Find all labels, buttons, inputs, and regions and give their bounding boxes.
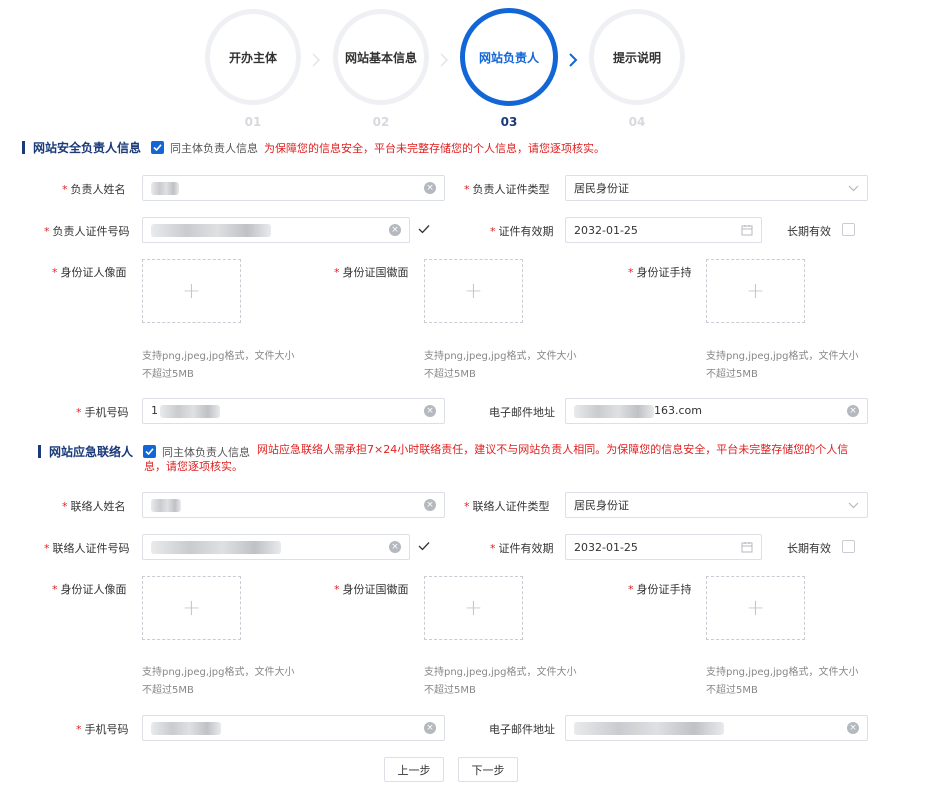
circle-x-icon[interactable]: × <box>424 405 436 417</box>
handheld-hint: 支持png,jpeg,jpg格式，文件大小不超过5MB <box>706 351 859 380</box>
contact-email-input[interactable]: × <box>565 715 868 741</box>
contact-id-number-label: * 联络人证件号码 <box>44 542 130 555</box>
check-icon <box>153 144 162 152</box>
circle-x-icon[interactable]: × <box>389 541 401 553</box>
id-number-label: * 负责人证件号码 <box>44 225 130 238</box>
section-bar <box>38 445 41 458</box>
step-2-number: 02 <box>372 115 390 129</box>
long-term-checkbox[interactable] <box>842 223 855 236</box>
contact-id-number-input[interactable]: × <box>142 534 410 560</box>
plus-icon: + <box>746 595 765 621</box>
phone-label: * 手机号码 <box>76 406 129 419</box>
validity-label: * 证件有效期 <box>490 225 554 238</box>
step-2: 网站基本信息 <box>333 9 429 105</box>
step-3-label: 网站负责人 <box>478 50 539 65</box>
plus-icon: + <box>464 278 483 304</box>
security-warning: 为保障您的信息安全，平台未完整存储您的个人信息，请您逐项核实。 <box>264 141 606 155</box>
email-label: 电子邮件地址 <box>489 406 555 419</box>
contact-validity-label: * 证件有效期 <box>490 542 554 555</box>
step-4-label: 提示说明 <box>612 50 661 65</box>
calendar-icon[interactable] <box>741 224 753 236</box>
emblem-upload[interactable]: + <box>424 259 523 323</box>
emergency-warning: 网站应急联络人需承担7×24小时联络责任，建议不与网站负责人相同。为保障您的信息… <box>144 443 849 473</box>
step-4: 提示说明 <box>589 9 685 105</box>
circle-x-icon[interactable]: × <box>389 224 401 236</box>
next-step-button[interactable]: 下一步 <box>458 757 518 782</box>
chevron-down-icon <box>848 502 859 508</box>
contact-id-type-value: 居民身份证 <box>574 499 629 512</box>
contact-long-term-checkbox[interactable] <box>842 540 855 553</box>
phone-input[interactable]: 1 × <box>142 398 445 424</box>
step-1-number: 01 <box>244 115 262 129</box>
step-1: 开办主体 <box>205 9 301 105</box>
plus-icon: + <box>746 278 765 304</box>
contact-id-type-label: * 联络人证件类型 <box>464 500 550 513</box>
email-input[interactable]: 163.com × <box>565 398 868 424</box>
contact-email-label: 电子邮件地址 <box>489 723 555 736</box>
id-type-value: 居民身份证 <box>574 182 629 195</box>
step-4-number: 04 <box>628 115 646 129</box>
chevron-right-icon <box>440 53 449 67</box>
contact-photo-hint: 支持png,jpeg,jpg格式，文件大小不超过5MB <box>142 667 295 696</box>
plus-icon: + <box>464 595 483 621</box>
contact-validity-date-input[interactable]: 2032-01-25 <box>565 534 762 560</box>
contact-phone-label: * 手机号码 <box>76 723 129 736</box>
name-input[interactable]: × <box>142 175 445 201</box>
contact-name-input[interactable]: × <box>142 492 445 518</box>
id-type-label: * 负责人证件类型 <box>464 183 550 196</box>
contact-name-label: * 联络人姓名 <box>62 500 126 513</box>
contact-phone-input[interactable]: × <box>142 715 445 741</box>
same-subject-checkbox[interactable] <box>151 141 165 154</box>
step-1-label: 开办主体 <box>228 50 277 65</box>
check-icon <box>418 542 430 551</box>
calendar-icon[interactable] <box>741 541 753 553</box>
contact-id-type-select[interactable]: 居民身份证 <box>565 492 868 518</box>
contact-validity-value: 2032-01-25 <box>574 540 638 554</box>
photo-upload[interactable]: + <box>142 259 241 323</box>
section-title: 网站应急联络人 <box>49 445 134 459</box>
circle-x-icon[interactable]: × <box>847 722 859 734</box>
contact-handheld-label: * 身份证手持 <box>628 583 692 596</box>
name-label: * 负责人姓名 <box>62 183 126 196</box>
handheld-label: * 身份证手持 <box>628 266 692 279</box>
circle-x-icon[interactable]: × <box>424 499 436 511</box>
emblem-hint: 支持png,jpeg,jpg格式，文件大小不超过5MB <box>424 351 577 380</box>
handheld-upload[interactable]: + <box>706 259 805 323</box>
contact-emblem-hint: 支持png,jpeg,jpg格式，文件大小不超过5MB <box>424 667 577 696</box>
section-bar <box>22 141 25 154</box>
step-3: 网站负责人 <box>460 8 558 106</box>
same-subject-label: 同主体负责人信息 <box>170 141 259 155</box>
photo-hint: 支持png,jpeg,jpg格式，文件大小不超过5MB <box>142 351 295 380</box>
prev-step-button[interactable]: 上一步 <box>384 757 444 782</box>
plus-icon: + <box>182 278 201 304</box>
section-safety-header: 网站安全负责人信息 同主体负责人信息 为保障您的信息安全，平台未完整存储您的个人… <box>22 139 605 156</box>
photo-label: * 身份证人像面 <box>52 266 127 279</box>
chevron-right-icon <box>312 53 321 67</box>
step-2-label: 网站基本信息 <box>344 50 417 65</box>
chevron-right-icon <box>569 53 578 67</box>
circle-x-icon[interactable]: × <box>847 405 859 417</box>
circle-x-icon[interactable]: × <box>424 722 436 734</box>
contact-photo-label: * 身份证人像面 <box>52 583 127 596</box>
check-icon <box>418 225 430 234</box>
contact-long-term-label: 长期有效 <box>787 542 831 555</box>
section-title: 网站安全负责人信息 <box>33 141 142 155</box>
id-number-input[interactable]: × <box>142 217 410 243</box>
validity-value: 2032-01-25 <box>574 223 638 237</box>
contact-handheld-upload[interactable]: + <box>706 576 805 640</box>
long-term-label: 长期有效 <box>787 225 831 238</box>
validity-date-input[interactable]: 2032-01-25 <box>565 217 762 243</box>
circle-x-icon[interactable]: × <box>424 182 436 194</box>
id-type-select[interactable]: 居民身份证 <box>565 175 868 201</box>
contact-photo-upload[interactable]: + <box>142 576 241 640</box>
contact-handheld-hint: 支持png,jpeg,jpg格式，文件大小不超过5MB <box>706 667 859 696</box>
chevron-down-icon <box>848 185 859 191</box>
step-3-number: 03 <box>500 115 518 129</box>
emblem-label: * 身份证国徽面 <box>334 266 409 279</box>
contact-emblem-upload[interactable]: + <box>424 576 523 640</box>
plus-icon: + <box>182 595 201 621</box>
contact-emblem-label: * 身份证国徽面 <box>334 583 409 596</box>
